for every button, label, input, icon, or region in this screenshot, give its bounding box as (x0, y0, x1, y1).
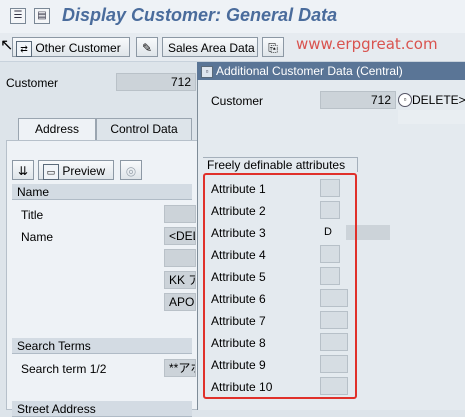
name-field-4[interactable]: APOL (164, 293, 196, 311)
watermark: www.erpgreat.com (296, 35, 438, 53)
preview-label: Preview (62, 164, 106, 178)
popup-customer-number[interactable]: 712 (320, 91, 396, 109)
export-icon: ⎘ (268, 41, 278, 55)
sort-icon: ⇊ (17, 164, 29, 178)
customer-number-field[interactable]: 712 (116, 73, 196, 91)
tab-control-data[interactable]: Control Data (96, 118, 192, 140)
menu-icon[interactable]: ☰ (10, 8, 26, 24)
other-customer-button[interactable]: ⇄ Other Customer (12, 37, 130, 57)
popup-title: Additional Customer Data (Central) (216, 64, 403, 78)
search-terms-group-header: Search Terms (12, 338, 192, 354)
title-label: Title (21, 208, 44, 222)
search-term-field[interactable]: **アホ (164, 359, 196, 377)
popup-title-bar: ▫ Additional Customer Data (Central) (197, 62, 465, 80)
customer-label: Customer (6, 76, 59, 90)
preview-button[interactable]: ▭ Preview (38, 160, 114, 180)
other-customer-label: Other Customer (35, 41, 121, 55)
switch-icon: ⇄ (16, 40, 32, 57)
sales-area-data-button[interactable]: Sales Area Data (162, 37, 258, 57)
popup-customer-name-line2 (398, 110, 465, 124)
name-field-2[interactable] (164, 249, 196, 267)
popup-customer-name: DELETE>@ (412, 93, 465, 107)
title-field[interactable] (164, 205, 196, 223)
sales-area-data-label: Sales Area Data (168, 41, 255, 55)
name-field-3[interactable]: KK アオ (164, 271, 196, 289)
window-icon[interactable]: ▫ (201, 65, 213, 78)
export-button[interactable]: ⎘ (262, 37, 284, 57)
tab-address[interactable]: Address (18, 118, 96, 140)
street-address-group-header: Street Address (12, 401, 192, 417)
display-icon[interactable]: ▫ (398, 93, 412, 107)
name-field-1[interactable]: <DEL (164, 227, 196, 245)
highlight-box (203, 173, 357, 399)
search-term-label: Search term 1/2 (21, 362, 107, 376)
clipboard-icon[interactable]: ▤ (34, 8, 50, 24)
sort-button[interactable]: ⇊ (12, 160, 34, 180)
printer-icon: ▭ (43, 163, 59, 180)
pencil-icon: ✎ (141, 41, 153, 55)
name-group-header: Name (12, 184, 192, 200)
popup-customer-label: Customer (211, 94, 264, 108)
page-title: Display Customer: General Data (62, 5, 338, 25)
international-versions-button[interactable]: ◎ (120, 160, 142, 180)
change-display-button[interactable]: ✎ (136, 37, 158, 57)
name-label: Name (21, 230, 54, 244)
freely-definable-attributes-header: Freely definable attributes (203, 157, 358, 172)
globe-icon: ◎ (125, 164, 137, 178)
